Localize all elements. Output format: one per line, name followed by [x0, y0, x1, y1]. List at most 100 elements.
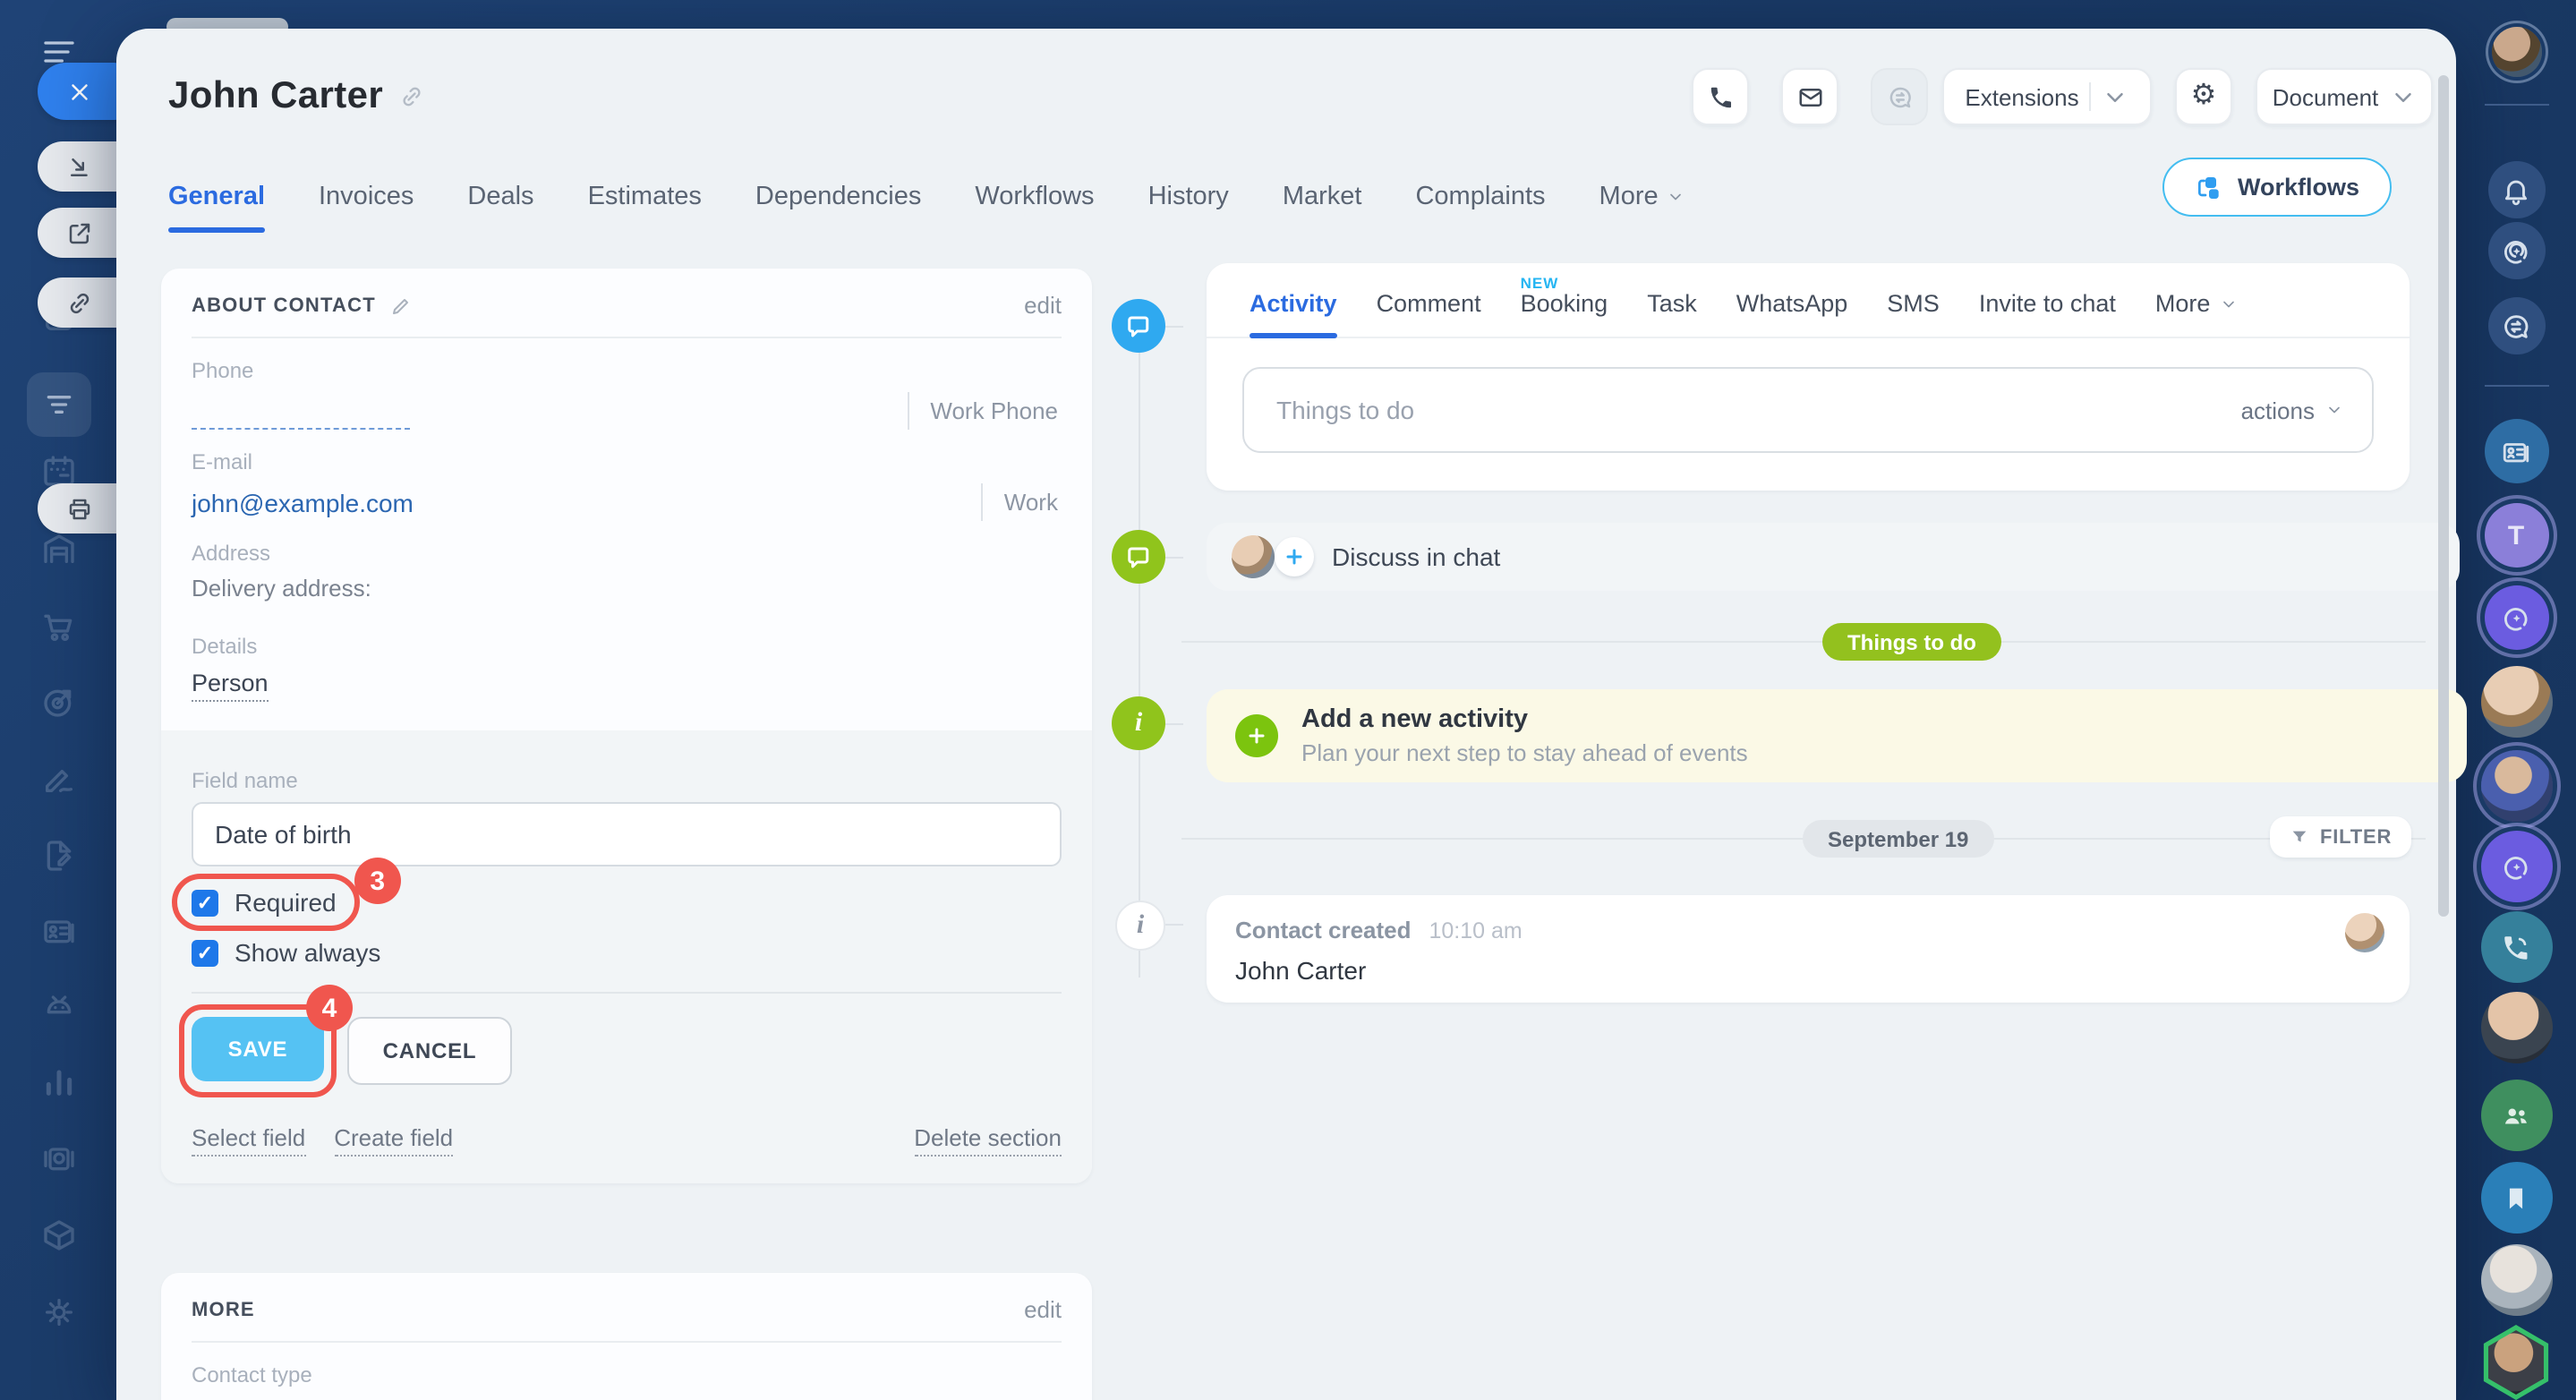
email-value[interactable]: john@example.com [192, 489, 414, 521]
avatar [2345, 913, 2384, 952]
tab-sms[interactable]: SMS [1887, 290, 1940, 337]
tab-estimates[interactable]: Estimates [588, 183, 702, 233]
phone-app-button[interactable] [2480, 911, 2552, 983]
sign-icon [41, 761, 77, 797]
workflows-button[interactable]: Workflows [2162, 158, 2392, 217]
add-activity-card[interactable]: Add a new activity Plan your next step t… [1207, 689, 2467, 782]
avatar[interactable] [2480, 1244, 2552, 1316]
create-field-link[interactable]: Create field [334, 1124, 453, 1157]
warehouse-icon [41, 532, 77, 568]
mail-button[interactable] [1781, 68, 1838, 125]
add-participant-button[interactable] [1275, 537, 1314, 576]
avatar[interactable] [2478, 1325, 2554, 1400]
team-app-button[interactable] [2480, 1080, 2552, 1151]
about-card-title: ABOUT CONTACT [192, 295, 376, 316]
tab-comment[interactable]: Comment [1377, 290, 1481, 337]
email-type: Work [981, 483, 1058, 521]
annotation-badge-3: 3 [354, 858, 401, 904]
tab-deals[interactable]: Deals [467, 183, 533, 233]
tab-history[interactable]: History [1148, 183, 1229, 233]
tab-booking[interactable]: NEW Booking [1521, 290, 1608, 337]
ai-app-button[interactable] [2480, 831, 2552, 902]
cancel-button[interactable]: CANCEL [347, 1017, 512, 1085]
phone-label: Phone [192, 358, 1062, 383]
required-checkbox[interactable] [192, 889, 218, 916]
show-always-checkbox[interactable] [192, 939, 218, 966]
todo-input-box[interactable]: actions [1242, 367, 2374, 453]
email-label: E-mail [192, 449, 1062, 474]
tab-complaints[interactable]: Complaints [1415, 183, 1545, 233]
pencil-icon[interactable] [390, 295, 412, 316]
show-always-checkbox-row[interactable]: Show always [192, 938, 380, 967]
ai-copilot-button[interactable] [2487, 222, 2545, 279]
contact-card-icon [2501, 436, 2531, 466]
add-activity-title: Add a new activity [1301, 705, 1748, 734]
phone-value-masked[interactable] [192, 421, 410, 430]
timeline-line [1139, 326, 1140, 977]
tab-invite-to-chat[interactable]: Invite to chat [1979, 290, 2116, 337]
divider [192, 337, 1062, 338]
right-sidebar: T [2456, 0, 2576, 1400]
contacts-icon [41, 913, 77, 949]
collapse-icon [66, 153, 93, 180]
tab-task[interactable]: Task [1647, 290, 1697, 337]
more-edit-link[interactable]: edit [1024, 1296, 1062, 1323]
ai-copilot-icon [2501, 851, 2531, 882]
avatar[interactable]: T [2484, 503, 2548, 568]
tab-invoices[interactable]: Invoices [319, 183, 414, 233]
todo-input[interactable] [1273, 394, 2241, 426]
link-icon [66, 289, 93, 316]
filter-button[interactable]: FILTER [2270, 816, 2411, 858]
tab-workflows[interactable]: Workflows [975, 183, 1094, 233]
event-card[interactable]: Contact created 10:10 am John Carter [1207, 895, 2410, 1003]
user-avatar[interactable] [2491, 27, 2541, 77]
delivery-address-label: Delivery address: [192, 575, 1062, 602]
details-value[interactable]: Person [192, 670, 269, 702]
goals-icon [41, 684, 77, 720]
notifications-button[interactable] [2487, 161, 2545, 218]
ai-app-button[interactable] [2484, 585, 2548, 650]
save-button[interactable]: SAVE [192, 1017, 324, 1081]
select-field-link[interactable]: Select field [192, 1124, 305, 1157]
event-title: Contact created [1235, 917, 1412, 943]
field-name-input[interactable] [192, 802, 1062, 866]
tab-activity[interactable]: Activity [1250, 290, 1337, 337]
avatar[interactable] [2480, 666, 2552, 738]
messenger-button[interactable] [2487, 297, 2545, 354]
delete-section-link[interactable]: Delete section [914, 1124, 1062, 1157]
tab-general[interactable]: General [168, 183, 265, 233]
add-activity-subtitle: Plan your next step to stay ahead of eve… [1301, 739, 1748, 766]
tab-more[interactable]: More [2155, 290, 2238, 337]
avatar[interactable] [2480, 992, 2552, 1063]
discuss-in-chat-row[interactable]: Discuss in chat [1207, 523, 2460, 591]
bookmark-app-button[interactable] [2480, 1162, 2552, 1234]
logo-icon[interactable] [27, 372, 91, 437]
plus-icon[interactable] [1235, 714, 1278, 757]
call-icon [1707, 83, 1734, 110]
documents-icon [41, 838, 77, 874]
tab-more[interactable]: More [1599, 183, 1685, 233]
required-checkbox-row[interactable]: Required 3 [192, 888, 337, 917]
contact-window: John Carter Extensions ⚙ Document Genera… [116, 29, 2456, 1400]
link-icon[interactable] [399, 84, 424, 109]
call-button[interactable] [1692, 68, 1749, 125]
tab-market[interactable]: Market [1283, 183, 1362, 233]
contact-card-shortcut[interactable] [2484, 419, 2548, 483]
about-edit-link[interactable]: edit [1024, 292, 1062, 319]
tab-whatsapp[interactable]: WhatsApp [1736, 290, 1848, 337]
actions-dropdown[interactable]: actions [2241, 397, 2343, 423]
tab-dependencies[interactable]: Dependencies [755, 183, 921, 233]
document-button[interactable]: Document [2256, 68, 2433, 125]
workflows-button-label: Workflows [2238, 174, 2359, 201]
scrollbar-thumb[interactable] [2438, 75, 2449, 917]
notifications-bell-icon [2501, 175, 2531, 205]
phone-icon [2501, 932, 2531, 962]
chevron-down-icon [2325, 401, 2343, 419]
annotation-badge-4: 4 [306, 985, 353, 1031]
chevron-down-icon [2219, 295, 2237, 312]
extensions-label: Extensions [1965, 83, 2078, 110]
settings-button[interactable]: ⚙ [2175, 68, 2232, 125]
avatar[interactable] [2480, 750, 2552, 822]
extensions-button[interactable]: Extensions [1942, 68, 2152, 125]
info-icon: i [1115, 901, 1165, 951]
